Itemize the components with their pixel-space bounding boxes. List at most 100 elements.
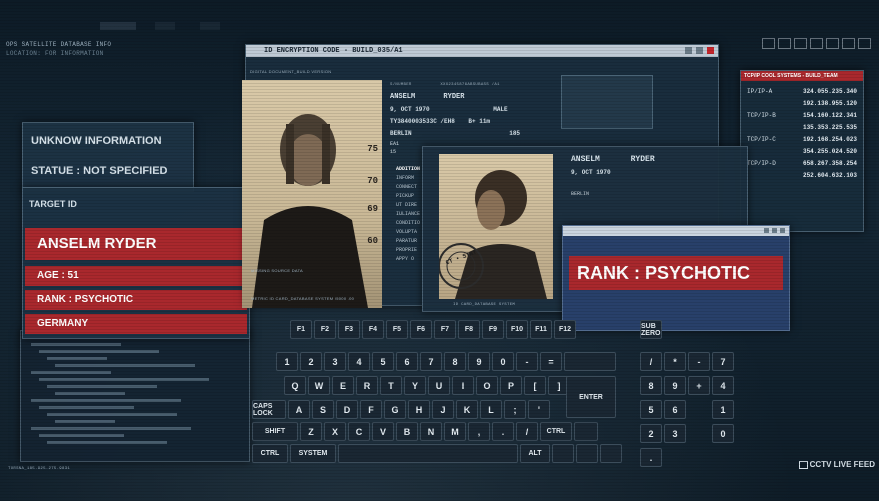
key-1-z-row[interactable]: X [324,422,346,441]
ctrl-btn-1[interactable] [762,38,775,49]
numpad-key[interactable]: + [688,376,710,395]
key-8-q-row[interactable]: O [476,376,498,395]
ctrl-btn-7[interactable] [858,38,871,49]
key-0-z-row[interactable]: Z [300,422,322,441]
key-3-z-row[interactable]: V [372,422,394,441]
key-f5[interactable]: F5 [386,320,408,339]
key-f4[interactable]: F4 [362,320,384,339]
rank-max-icon[interactable] [772,228,777,233]
tab-2[interactable] [155,22,175,30]
key-f6[interactable]: F6 [410,320,432,339]
numpad-key[interactable]: . [640,448,662,467]
key-arrow-up[interactable] [574,422,598,441]
key-f2[interactable]: F2 [314,320,336,339]
key-ctrl[interactable]: CTRL [252,444,288,463]
key-backspace[interactable] [564,352,616,371]
key-enter[interactable]: ENTER [566,376,616,418]
key-num-10[interactable]: - [516,352,538,371]
key-7-z-row[interactable]: , [468,422,490,441]
close-icon[interactable] [707,47,714,54]
key-num-3[interactable]: 4 [348,352,370,371]
key-num-11[interactable]: = [540,352,562,371]
key-arrow-left[interactable] [552,444,574,463]
key-8-a-row[interactable]: L [480,400,502,419]
key-num-2[interactable]: 3 [324,352,346,371]
key-1-q-row[interactable]: W [308,376,330,395]
key-2-z-row[interactable]: C [348,422,370,441]
ctrl-btn-6[interactable] [842,38,855,49]
key-num-4[interactable]: 5 [372,352,394,371]
key-f8[interactable]: F8 [458,320,480,339]
numpad-key[interactable]: 5 [640,400,662,419]
key-4-a-row[interactable]: G [384,400,406,419]
numpad-key[interactable]: 7 [712,352,734,371]
rank-min-icon[interactable] [764,228,769,233]
key-1-a-row[interactable]: S [312,400,334,419]
ctrl-btn-5[interactable] [826,38,839,49]
key-f9[interactable]: F9 [482,320,504,339]
ctrl-btn-4[interactable] [810,38,823,49]
key-5-z-row[interactable]: N [420,422,442,441]
tab-1[interactable] [100,22,136,30]
key-3-q-row[interactable]: R [356,376,378,395]
numpad-key[interactable]: * [664,352,686,371]
key-num-9[interactable]: 0 [492,352,514,371]
key-10-q-row[interactable]: [ [524,376,546,395]
key-num-0[interactable]: 1 [276,352,298,371]
key-f10[interactable]: F10 [506,320,528,339]
key-6-q-row[interactable]: U [428,376,450,395]
key-2-a-row[interactable]: D [336,400,358,419]
key-10-a-row[interactable]: ' [528,400,550,419]
key-9-z-row[interactable]: / [516,422,538,441]
key-alt[interactable]: ALT [520,444,550,463]
key-8-z-row[interactable]: . [492,422,514,441]
key-f12[interactable]: F12 [554,320,576,339]
key-5-a-row[interactable]: H [408,400,430,419]
key-2-q-row[interactable]: E [332,376,354,395]
key-7-a-row[interactable]: K [456,400,478,419]
key-num-6[interactable]: 7 [420,352,442,371]
maximize-icon[interactable] [696,47,703,54]
numpad-sub-zero[interactable]: SUB ZERO [640,320,662,339]
key-0-a-row[interactable]: A [288,400,310,419]
key-arrow-down[interactable] [576,444,598,463]
numpad-key[interactable]: 4 [712,376,734,395]
key-shift[interactable]: SHIFT [252,422,298,441]
key-6-z-row[interactable]: M [444,422,466,441]
key-4-q-row[interactable]: T [380,376,402,395]
numpad-key[interactable]: 6 [664,400,686,419]
key-0-q-row[interactable]: Q [284,376,306,395]
numpad-key[interactable]: 9 [664,376,686,395]
key-f3[interactable]: F3 [338,320,360,339]
key-5-q-row[interactable]: Y [404,376,426,395]
numpad-key[interactable]: / [640,352,662,371]
minimize-icon[interactable] [685,47,692,54]
key-9-a-row[interactable]: ; [504,400,526,419]
key-f1[interactable]: F1 [290,320,312,339]
key-num-5[interactable]: 6 [396,352,418,371]
key-system[interactable]: SYSTEM [290,444,336,463]
ctrl-btn-2[interactable] [778,38,791,49]
tab-3[interactable] [200,22,220,30]
key-num-8[interactable]: 9 [468,352,490,371]
numpad-key[interactable]: 3 [664,424,686,443]
numpad-key[interactable]: 0 [712,424,734,443]
key-caps-lock[interactable]: CAPS LOCK [252,400,286,419]
key-ctrl-right[interactable]: CTRL [540,422,572,441]
numpad-key[interactable]: - [688,352,710,371]
numpad-key[interactable]: 8 [640,376,662,395]
key-9-q-row[interactable]: P [500,376,522,395]
ctrl-btn-3[interactable] [794,38,807,49]
key-num-7[interactable]: 8 [444,352,466,371]
key-7-q-row[interactable]: I [452,376,474,395]
numpad-key[interactable]: 1 [712,400,734,419]
key-num-1[interactable]: 2 [300,352,322,371]
key-3-a-row[interactable]: F [360,400,382,419]
key-space[interactable] [338,444,518,463]
key-f7[interactable]: F7 [434,320,456,339]
key-f11[interactable]: F11 [530,320,552,339]
key-arrow-right[interactable] [600,444,622,463]
rank-close-icon[interactable] [780,228,785,233]
numpad-key[interactable]: 2 [640,424,662,443]
key-4-z-row[interactable]: B [396,422,418,441]
